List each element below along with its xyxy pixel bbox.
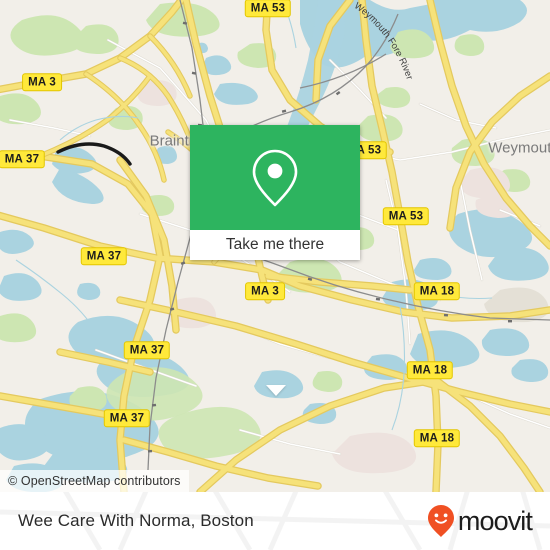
popup-tail	[266, 385, 286, 396]
road-shield: MA 37	[0, 150, 46, 168]
moovit-wordmark: moovit	[457, 505, 533, 536]
svg-text:Weymouth Fore River: Weymouth Fore River	[352, 1, 415, 82]
road-shield: MA 37	[103, 409, 151, 427]
moovit-map-screenshot: .w{fill:#AAD3E0} .pk{fill:#CDE6B2} .gy{f…	[0, 0, 550, 550]
osm-attribution[interactable]: © OpenStreetMap contributors	[0, 470, 189, 492]
popup-action-button[interactable]: Take me there	[190, 230, 360, 260]
popup-header	[190, 125, 360, 230]
popup-action-label: Take me there	[225, 236, 325, 253]
road-shield: MA 3	[245, 282, 285, 300]
road-shield: MA 18	[406, 361, 454, 379]
road-shield: MA 37	[80, 247, 128, 265]
map-pin-icon	[252, 149, 298, 206]
water-label-weymouth-fore-river: Weymouth Fore River	[352, 1, 415, 82]
location-popup[interactable]: Take me there	[190, 125, 360, 396]
road-shield: MA 37	[123, 341, 171, 359]
osm-attribution-text: © OpenStreetMap contributors	[8, 474, 181, 488]
moovit-logo[interactable]: moovit	[426, 504, 533, 538]
road-shield: MA 18	[413, 429, 461, 447]
road-shield: MA 53	[244, 0, 292, 17]
city-label-weymouth: Weymouth	[488, 139, 550, 157]
road-shield: MA 53	[382, 207, 430, 225]
footer-bar: Wee Care With Norma, Boston moovit	[0, 492, 550, 550]
river-label-text: Weymouth Fore River	[352, 1, 415, 82]
road-shield: MA 18	[413, 282, 461, 300]
place-title: Wee Care With Norma, Boston	[18, 511, 254, 530]
road-shield: MA 3	[22, 73, 62, 91]
moovit-pin-smiley-icon	[427, 505, 454, 537]
